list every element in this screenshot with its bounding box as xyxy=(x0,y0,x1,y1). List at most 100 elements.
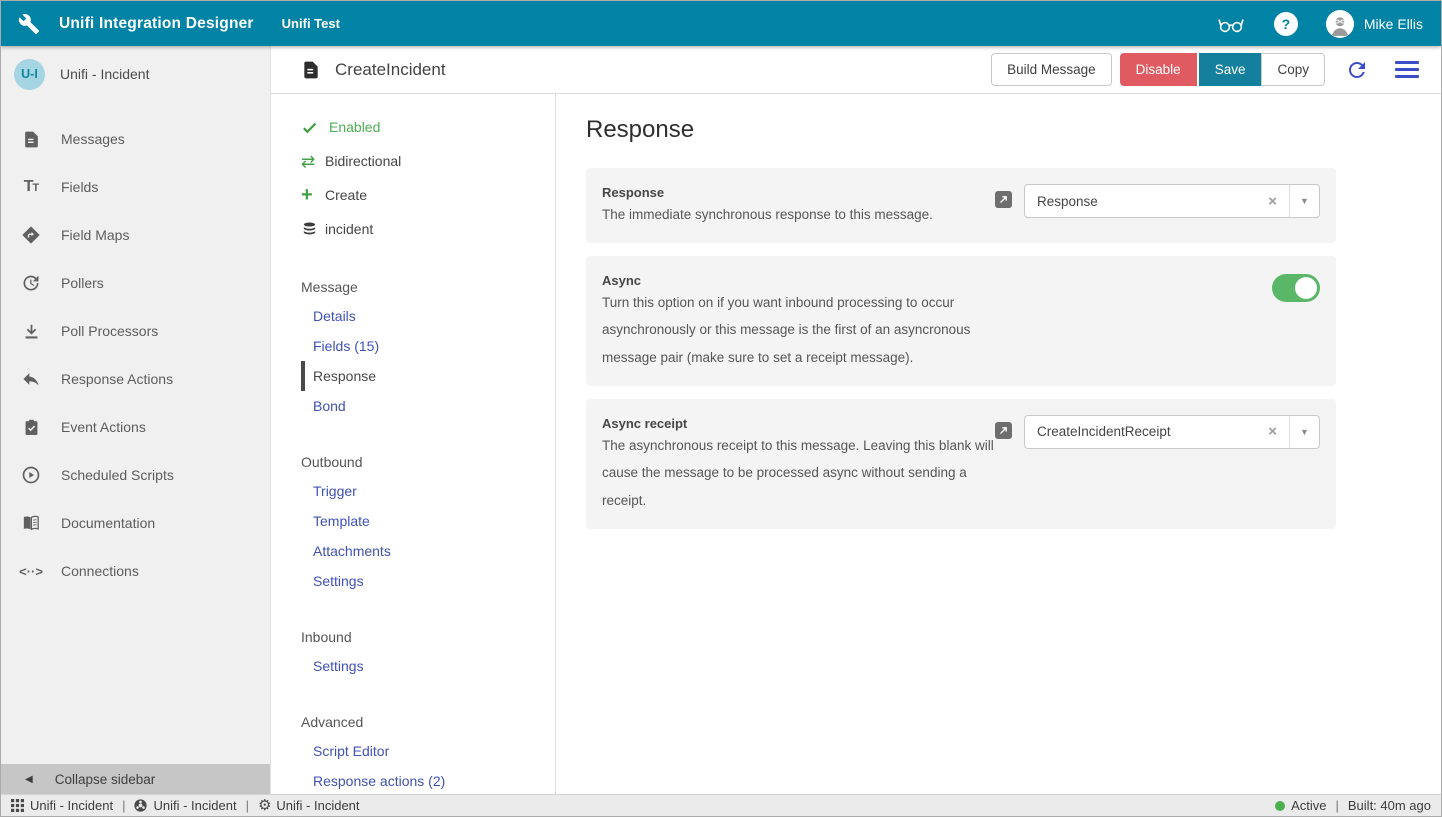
scheduled-scripts-icon xyxy=(19,463,43,487)
app-title: Unifi Integration Designer xyxy=(59,15,254,33)
context-label: Unifi - Incident xyxy=(153,798,236,813)
documentation-icon xyxy=(19,511,43,535)
sidebar-item-connections[interactable]: <··> Connections xyxy=(1,547,270,595)
active-status-label: Active xyxy=(1291,798,1326,813)
field-maps-icon xyxy=(19,223,43,247)
open-record-icon[interactable] xyxy=(995,422,1012,439)
nav-section-title: Inbound xyxy=(301,622,555,651)
disable-button[interactable]: Disable xyxy=(1120,53,1197,86)
refresh-icon[interactable] xyxy=(1345,58,1369,82)
separator: | xyxy=(122,798,125,813)
copy-button[interactable]: Copy xyxy=(1261,53,1325,86)
separator: | xyxy=(246,798,249,813)
build-message-button[interactable]: Build Message xyxy=(991,53,1112,86)
environment-name[interactable]: Unifi Test xyxy=(282,16,340,31)
field-label: Response xyxy=(602,185,995,200)
response-select[interactable]: Response × ▼ xyxy=(1024,184,1320,218)
context-integration-item[interactable]: Unifi - Incident xyxy=(134,798,236,813)
page-title: CreateIncident xyxy=(335,60,446,80)
nav-section-title: Advanced xyxy=(301,707,555,736)
section-title: Response xyxy=(586,116,1411,144)
event-actions-icon xyxy=(19,415,43,439)
sidebar-app-header[interactable]: U-I Unifi - Incident xyxy=(1,46,270,102)
clear-icon[interactable]: × xyxy=(1256,424,1289,439)
nav-item-outbound-settings[interactable]: Settings xyxy=(301,566,555,596)
field-label: Async xyxy=(602,273,1042,288)
nav-item-fields[interactable]: Fields (15) xyxy=(301,331,555,361)
nav-item-bond[interactable]: Bond xyxy=(301,391,555,421)
sidebar-item-label: Fields xyxy=(61,179,98,195)
response-select-value: Response xyxy=(1025,194,1256,209)
sidebar-item-label: Response Actions xyxy=(61,371,173,387)
status-label: incident xyxy=(325,221,373,237)
sidebar: U-I Unifi - Incident Messages TT Fields xyxy=(1,46,271,794)
sidebar-item-label: Scheduled Scripts xyxy=(61,467,174,483)
user-name[interactable]: Mike Ellis xyxy=(1364,16,1423,32)
nav-section-message: Message Details Fields (15) Response Bon… xyxy=(301,272,555,421)
save-button[interactable]: Save xyxy=(1199,53,1262,86)
sidebar-item-label: Poll Processors xyxy=(61,323,158,339)
nav-item-trigger[interactable]: Trigger xyxy=(301,476,555,506)
fields-icon: TT xyxy=(19,175,43,199)
connections-icon: <··> xyxy=(19,559,43,583)
collapse-arrow-icon: ◀ xyxy=(25,774,33,785)
sidebar-item-event-actions[interactable]: Event Actions xyxy=(1,403,270,451)
sidebar-item-documentation[interactable]: Documentation xyxy=(1,499,270,547)
separator: | xyxy=(1336,798,1339,813)
collapse-sidebar-button[interactable]: ◀ Collapse sidebar xyxy=(1,764,270,794)
sidebar-item-field-maps[interactable]: Field Maps xyxy=(1,211,270,259)
status-bidirectional[interactable]: ⇄ Bidirectional xyxy=(301,144,555,178)
status-enabled[interactable]: Enabled xyxy=(301,110,555,144)
grid-icon xyxy=(11,799,24,812)
user-avatar[interactable] xyxy=(1326,10,1354,38)
chevron-down-icon[interactable]: ▼ xyxy=(1289,185,1319,217)
sidebar-item-response-actions[interactable]: Response Actions xyxy=(1,355,270,403)
nav-section-outbound: Outbound Trigger Template Attachments Se… xyxy=(301,447,555,596)
hamburger-menu-icon[interactable] xyxy=(1395,61,1419,78)
nav-item-script-editor[interactable]: Script Editor xyxy=(301,736,555,766)
nav-section-inbound: Inbound Settings xyxy=(301,622,555,681)
help-icon[interactable]: ? xyxy=(1274,12,1298,36)
poll-processors-icon xyxy=(19,319,43,343)
open-record-icon[interactable] xyxy=(995,191,1012,208)
sidebar-item-label: Event Actions xyxy=(61,419,146,435)
top-bar: Unifi Integration Designer Unifi Test ? … xyxy=(1,1,1441,46)
context-label: Unifi - Incident xyxy=(276,798,359,813)
chevron-down-icon[interactable]: ▼ xyxy=(1289,416,1319,448)
status-create[interactable]: + Create xyxy=(301,178,555,212)
pollers-icon xyxy=(19,271,43,295)
sidebar-item-messages[interactable]: Messages xyxy=(1,115,270,163)
sidebar-item-label: Pollers xyxy=(61,275,104,291)
field-description: The asynchronous receipt to this message… xyxy=(602,432,995,515)
main-content: Response Response The immediate synchron… xyxy=(556,94,1441,794)
nav-item-details[interactable]: Details xyxy=(301,301,555,331)
nav-section-advanced: Advanced Script Editor Response actions … xyxy=(301,707,555,794)
nav-section-title: Message xyxy=(301,272,555,301)
app-name: Unifi - Incident xyxy=(60,66,149,82)
nav-item-inbound-settings[interactable]: Settings xyxy=(301,651,555,681)
sidebar-item-poll-processors[interactable]: Poll Processors xyxy=(1,307,270,355)
toolbar: Build Message Disable Save Copy xyxy=(991,53,1427,86)
context-app-item[interactable]: Unifi - Incident xyxy=(11,798,113,813)
sidebar-item-fields[interactable]: TT Fields xyxy=(1,163,270,211)
context-settings-item[interactable]: ⚙ Unifi - Incident xyxy=(258,798,360,813)
nav-section-title: Outbound xyxy=(301,447,555,476)
nav-item-template[interactable]: Template xyxy=(301,506,555,536)
async-receipt-select[interactable]: CreateIncidentReceipt × ▼ xyxy=(1024,415,1320,449)
sidebar-item-scheduled-scripts[interactable]: Scheduled Scripts xyxy=(1,451,270,499)
async-toggle[interactable] xyxy=(1272,274,1320,302)
glasses-icon[interactable] xyxy=(1216,13,1246,35)
status-incident-table[interactable]: incident xyxy=(301,212,555,246)
database-icon xyxy=(301,221,325,238)
sidebar-item-pollers[interactable]: Pollers xyxy=(1,259,270,307)
field-description: The immediate synchronous response to th… xyxy=(602,201,995,229)
nav-item-response-actions[interactable]: Response actions (2) xyxy=(301,766,555,794)
message-nav: Enabled ⇄ Bidirectional + Create xyxy=(271,94,556,794)
sidebar-item-label: Connections xyxy=(61,563,139,579)
clear-icon[interactable]: × xyxy=(1256,194,1289,209)
response-panel: Response The immediate synchronous respo… xyxy=(586,168,1336,243)
status-label: Bidirectional xyxy=(325,153,401,169)
nav-item-attachments[interactable]: Attachments xyxy=(301,536,555,566)
page-header: CreateIncident Build Message Disable Sav… xyxy=(271,46,1441,94)
nav-item-response[interactable]: Response xyxy=(301,361,555,391)
